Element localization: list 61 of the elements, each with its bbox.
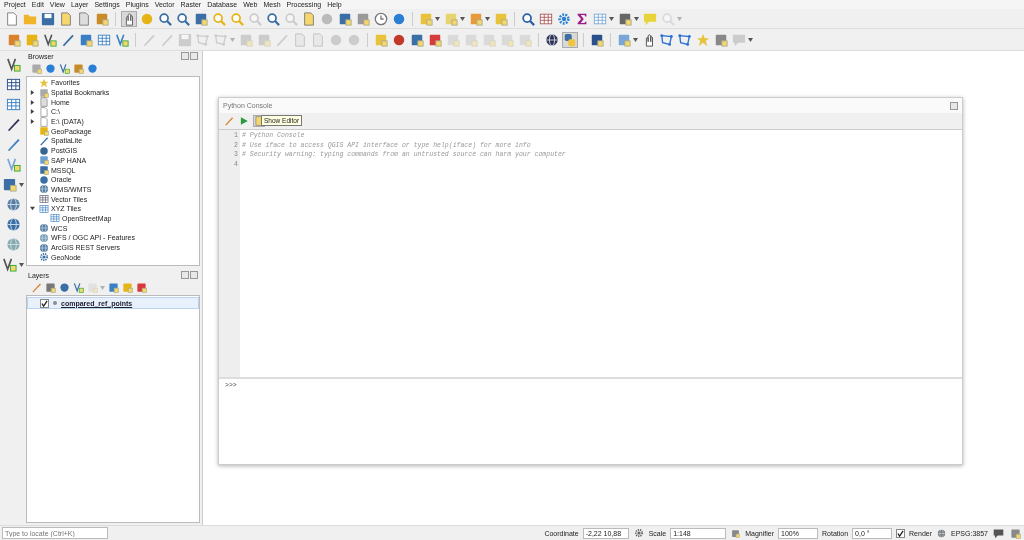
zoom-out-icon[interactable] — [176, 11, 190, 26]
new-file-icon[interactable] — [5, 11, 19, 26]
identify-icon[interactable] — [521, 11, 535, 26]
gear-icon[interactable] — [557, 11, 571, 26]
dropdown-caret-icon[interactable] — [748, 37, 753, 42]
close-button[interactable] — [950, 101, 958, 110]
close-button[interactable] — [190, 52, 198, 60]
play-icon[interactable] — [239, 116, 249, 126]
globe-icon[interactable] — [545, 32, 559, 47]
collapsed-arrow-icon[interactable] — [30, 109, 35, 115]
polygon-icon[interactable] — [660, 32, 674, 47]
point-symbol-icon — [53, 301, 57, 305]
collapsed-arrow-icon[interactable] — [30, 99, 35, 105]
layer-checkbox[interactable] — [40, 298, 49, 308]
node-icon[interactable] — [196, 32, 210, 47]
zoom-in-icon[interactable] — [158, 11, 172, 26]
gear-icon[interactable] — [39, 252, 49, 263]
zoom-full-icon[interactable] — [194, 11, 208, 26]
dropdown-caret-icon[interactable] — [633, 37, 638, 42]
grid-icon[interactable] — [50, 213, 60, 224]
sigma-icon[interactable] — [575, 11, 589, 26]
polygon-icon[interactable] — [678, 32, 692, 47]
grid-icon[interactable] — [97, 32, 111, 47]
document-icon[interactable] — [77, 11, 91, 26]
collapsed-arrow-icon[interactable] — [30, 90, 35, 96]
vector-icon[interactable] — [43, 32, 57, 47]
dropdown-caret-icon[interactable] — [19, 182, 24, 187]
grid-icon[interactable] — [5, 97, 21, 112]
document-icon[interactable] — [59, 11, 73, 26]
expanded-arrow-icon[interactable] — [30, 206, 35, 212]
dropdown-caret-icon[interactable] — [609, 16, 614, 21]
vector-icon[interactable] — [115, 32, 129, 47]
dropdown-caret-icon[interactable] — [485, 16, 490, 21]
close-button[interactable] — [190, 271, 198, 279]
float-button[interactable] — [181, 52, 189, 60]
clock-icon[interactable] — [374, 11, 388, 26]
python-icon[interactable] — [563, 32, 577, 47]
star-icon[interactable] — [696, 32, 710, 47]
star-icon[interactable] — [39, 77, 49, 88]
pen-icon[interactable] — [5, 137, 21, 152]
pen-icon[interactable] — [61, 32, 75, 47]
magnifier-icon[interactable] — [266, 11, 280, 26]
dropdown-caret-icon[interactable] — [634, 16, 639, 21]
float-button[interactable] — [181, 271, 189, 279]
document-icon[interactable] — [302, 11, 316, 26]
collapsed-arrow-icon[interactable] — [30, 119, 35, 125]
save-icon[interactable] — [41, 11, 55, 26]
dropdown-caret-icon[interactable] — [19, 262, 24, 267]
box-icon[interactable] — [79, 32, 93, 47]
dropdown-caret-icon[interactable] — [435, 16, 440, 21]
table-icon[interactable] — [539, 11, 553, 26]
vector-icon[interactable] — [5, 57, 21, 72]
checker-icon[interactable] — [5, 77, 21, 92]
grid-icon[interactable] — [39, 194, 49, 205]
speech-bubble-icon[interactable] — [993, 527, 1004, 539]
dropdown-caret-icon[interactable] — [460, 16, 465, 21]
render-checkbox[interactable] — [896, 528, 906, 538]
document-icon[interactable] — [254, 116, 264, 126]
vector-icon[interactable] — [2, 257, 17, 272]
globe-icon[interactable] — [5, 217, 21, 232]
node-icon[interactable] — [214, 32, 228, 47]
